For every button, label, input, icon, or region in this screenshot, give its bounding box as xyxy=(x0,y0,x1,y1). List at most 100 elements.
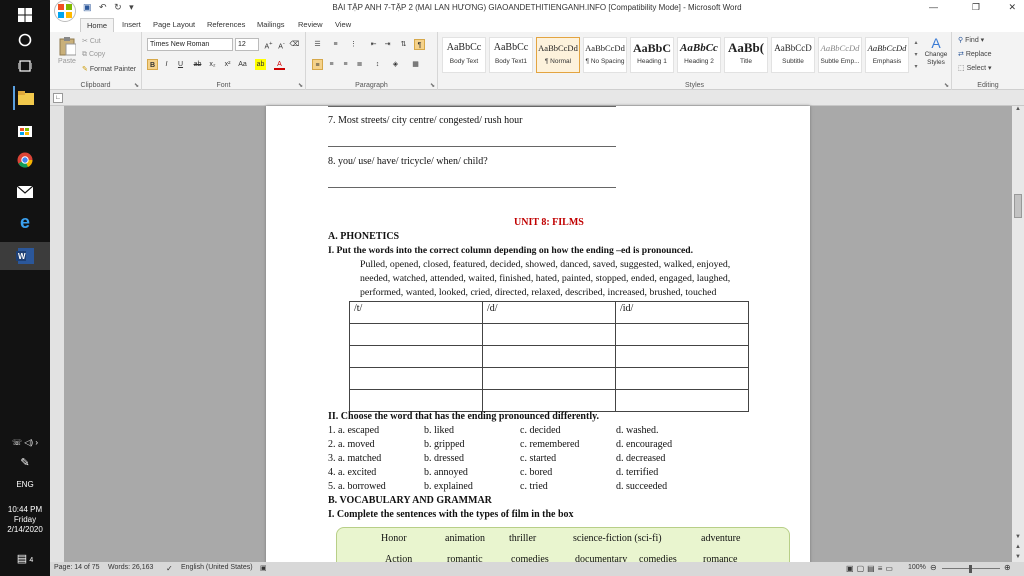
pen-icon[interactable]: ✎ xyxy=(0,456,50,469)
chevron-up-icon[interactable]: › xyxy=(35,438,38,447)
underline-button[interactable]: U xyxy=(175,59,186,70)
table-cell[interactable] xyxy=(482,345,616,368)
sort-icon[interactable]: ⇅ xyxy=(398,39,409,50)
table-cell[interactable] xyxy=(615,367,749,390)
style-body-text1[interactable]: AaBbCc Body Text1 xyxy=(489,37,533,73)
style-heading-1[interactable]: AaBbC Heading 1 xyxy=(630,37,674,73)
replace-button[interactable]: ⇄ Replace xyxy=(958,50,992,58)
style-no-spacing[interactable]: AaBbCcDd ¶ No Spacing xyxy=(583,37,627,73)
notification-center[interactable]: ▤ 4 xyxy=(0,552,50,565)
store-icon[interactable] xyxy=(13,118,37,142)
tab-home[interactable]: Home xyxy=(80,18,115,32)
volume-icon[interactable]: ◁) xyxy=(24,438,33,447)
windows-start-icon[interactable] xyxy=(13,3,37,27)
chrome-icon[interactable] xyxy=(13,148,37,172)
align-left-icon[interactable]: ≡ xyxy=(312,59,323,70)
table-cell[interactable] xyxy=(482,367,616,390)
find-button[interactable]: ⚲ Find ▾ xyxy=(958,36,984,44)
clipboard-launcher-icon[interactable]: ⬊ xyxy=(134,82,139,89)
draft-icon[interactable]: ▭ xyxy=(885,564,896,573)
macro-record-icon[interactable]: ▣ xyxy=(260,564,267,572)
superscript-button[interactable]: x² xyxy=(222,59,233,70)
table-cell[interactable] xyxy=(349,389,483,412)
paragraph-launcher-icon[interactable]: ⬊ xyxy=(430,82,435,89)
file-explorer-icon[interactable] xyxy=(13,86,37,110)
full-screen-icon[interactable]: ▢ xyxy=(857,564,868,573)
table-cell[interactable] xyxy=(615,345,749,368)
cortana-icon[interactable] xyxy=(13,28,37,52)
proofing-icon[interactable]: ✓ xyxy=(166,564,173,573)
table-cell[interactable] xyxy=(349,323,483,346)
select-button[interactable]: ⬚ Select ▾ xyxy=(958,64,992,72)
format-painter-button[interactable]: ✎ Format Painter xyxy=(82,65,136,73)
next-page-icon[interactable]: ▼ xyxy=(1012,554,1024,560)
line-spacing-icon[interactable]: ↕ xyxy=(372,59,383,70)
style-heading-2[interactable]: AaBbCc Heading 2 xyxy=(677,37,721,73)
edge-icon[interactable]: e xyxy=(13,210,37,234)
show-marks-icon[interactable]: ¶ xyxy=(414,39,425,50)
font-color-icon[interactable]: A xyxy=(274,59,285,70)
cut-button[interactable]: ✂ Cut xyxy=(82,37,101,45)
vertical-scrollbar[interactable]: ▲ ▼ ▲ ▼ xyxy=(1012,106,1024,562)
mail-icon[interactable] xyxy=(13,180,37,204)
subscript-button[interactable]: x₂ xyxy=(207,59,218,70)
tab-view[interactable]: View xyxy=(329,18,357,32)
word-taskbar-icon[interactable]: W xyxy=(0,242,50,270)
table-cell[interactable] xyxy=(349,367,483,390)
undo-icon[interactable]: ↶ xyxy=(99,2,107,12)
align-center-icon[interactable]: ≡ xyxy=(326,59,337,70)
style-normal[interactable]: AaBbCcDd ¶ Normal xyxy=(536,37,580,73)
font-size-box[interactable]: 12 xyxy=(235,38,259,51)
clear-format-icon[interactable]: ⌫ xyxy=(289,39,300,50)
scroll-thumb[interactable] xyxy=(1014,194,1022,218)
pronunciation-table[interactable]: /t/ /d/ /id/ xyxy=(349,301,749,412)
font-launcher-icon[interactable]: ⬊ xyxy=(298,82,303,89)
strikethrough-button[interactable]: ab xyxy=(192,59,203,70)
change-styles-button[interactable]: A Change Styles xyxy=(922,35,950,67)
zoom-out-icon[interactable]: ⊖ xyxy=(930,563,937,572)
office-button[interactable] xyxy=(54,0,76,22)
table-header-d[interactable]: /d/ xyxy=(482,301,616,324)
style-body-text[interactable]: AaBbCc Body Text xyxy=(442,37,486,73)
customize-qat-icon[interactable]: ▾ xyxy=(129,2,134,12)
table-cell[interactable] xyxy=(615,323,749,346)
copy-button[interactable]: ⧉ Copy xyxy=(82,51,105,59)
table-header-t[interactable]: /t/ xyxy=(349,301,483,324)
language-status[interactable]: English (United States) xyxy=(181,564,253,571)
close-button[interactable]: ✕ xyxy=(1008,2,1016,13)
input-language[interactable]: ENG xyxy=(0,480,50,489)
horizontal-ruler[interactable]: ∟ xyxy=(50,90,1024,106)
table-header-id[interactable]: /id/ xyxy=(615,301,749,324)
vertical-ruler[interactable] xyxy=(50,106,64,562)
justify-icon[interactable]: ≣ xyxy=(354,59,365,70)
shrink-font-icon[interactable]: A- xyxy=(276,39,287,50)
task-view-icon[interactable] xyxy=(13,54,37,78)
borders-icon[interactable]: ▦ xyxy=(410,59,421,70)
table-cell[interactable] xyxy=(482,323,616,346)
multilevel-list-icon[interactable]: ⋮ xyxy=(348,39,359,50)
decrease-indent-icon[interactable]: ⇤ xyxy=(368,39,379,50)
style-title[interactable]: AaBb(Title xyxy=(724,37,768,73)
scroll-down-icon[interactable]: ▼ xyxy=(1012,534,1024,540)
print-layout-icon[interactable]: ▣ xyxy=(846,564,857,573)
minimize-button[interactable]: — xyxy=(929,2,938,12)
redo-icon[interactable]: ↻ xyxy=(114,2,122,12)
increase-indent-icon[interactable]: ⇥ xyxy=(382,39,393,50)
clock[interactable]: 10:44 PM Friday 2/14/2020 xyxy=(0,505,50,535)
style-subtitle[interactable]: AaBbCcD Subtitle xyxy=(771,37,815,73)
tab-insert[interactable]: Insert xyxy=(116,18,147,32)
paste-button[interactable]: Paste xyxy=(56,36,78,76)
save-icon[interactable]: ▣ xyxy=(83,2,92,12)
style-subtle-emphasis[interactable]: AaBbCcDd Subtle Emp... xyxy=(818,37,862,73)
zoom-in-icon[interactable]: ⊕ xyxy=(1004,563,1011,572)
tab-selector-icon[interactable]: ∟ xyxy=(53,93,63,103)
style-emphasis[interactable]: AaBbCcDd Emphasis xyxy=(865,37,909,73)
network-icon[interactable]: ☏ xyxy=(12,438,22,447)
maximize-button[interactable]: ❐ xyxy=(972,2,980,13)
word-count[interactable]: Words: 26,163 xyxy=(108,564,153,571)
page-count[interactable]: Page: 14 of 75 xyxy=(54,564,100,571)
zoom-level[interactable]: 100% xyxy=(908,564,926,571)
styles-launcher-icon[interactable]: ⬊ xyxy=(944,82,949,89)
shading-icon[interactable]: ◈ xyxy=(390,59,401,70)
font-name-box[interactable]: Times New Roman xyxy=(147,38,233,51)
